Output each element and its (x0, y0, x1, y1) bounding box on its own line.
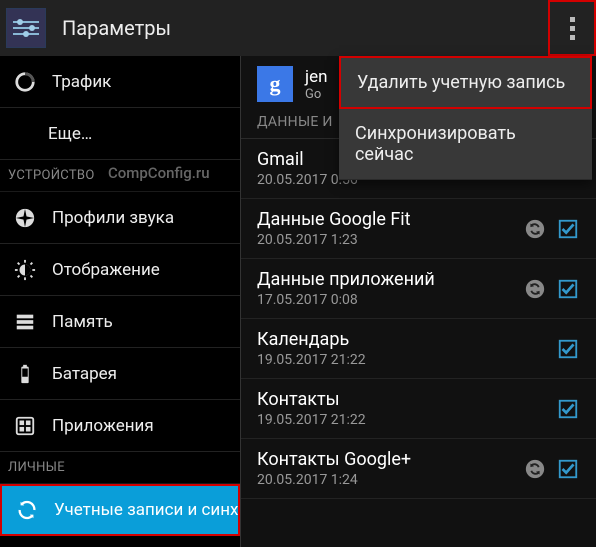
overflow-menu: Удалить учетную запись Синхронизировать … (339, 56, 592, 180)
sidebar-item-location[interactable]: Услуги определения местоположения (0, 536, 240, 547)
sidebar-label: Батарея (52, 364, 117, 384)
sidebar-item-apps[interactable]: Приложения (0, 400, 240, 452)
sidebar-item-traffic[interactable]: Трафик (0, 56, 240, 108)
sidebar-label: Отображение (52, 260, 160, 280)
sync-item-title: Календарь (257, 329, 546, 350)
sync-checkbox[interactable] (556, 397, 580, 421)
display-icon (14, 259, 36, 281)
battery-icon (14, 363, 36, 385)
sync-checkbox[interactable] (556, 457, 580, 481)
sync-item-time: 19.05.2017 21:22 (257, 352, 546, 368)
sync-item-title: Данные приложений (257, 269, 514, 290)
sync-item-title: Контакты Google+ (257, 449, 514, 470)
sidebar-item-accounts-sync[interactable]: Учетные записи и синхронизация (0, 484, 240, 536)
sync-checkbox[interactable] (556, 277, 580, 301)
syncing-icon (524, 458, 546, 480)
google-badge-icon: g (257, 66, 293, 102)
sidebar-label: Учетные записи и синхронизация (54, 500, 240, 520)
sync-item[interactable]: Данные приложений 17.05.2017 0:08 (241, 259, 596, 319)
sync-item[interactable]: Контакты Google+ 20.05.2017 1:24 (241, 439, 596, 499)
sync-icon (16, 499, 38, 521)
sync-checkbox[interactable] (556, 217, 580, 241)
sync-list: Gmail20.05.2017 0:56Данные Google Fit20.… (241, 139, 596, 499)
sidebar-label: Память (52, 312, 113, 332)
app-header: Параметры (0, 0, 596, 56)
storage-icon (14, 311, 36, 333)
sidebar-section-device: УСТРОЙСТВО (0, 160, 240, 192)
syncing-icon (524, 218, 546, 240)
sidebar-label: Профили звука (52, 208, 174, 228)
sync-checkbox[interactable] (556, 337, 580, 361)
menu-delete-account[interactable]: Удалить учетную запись (339, 56, 592, 109)
sidebar-section-personal: ЛИЧНЫЕ (0, 452, 240, 484)
sidebar-label: Трафик (52, 72, 111, 92)
menu-sync-now[interactable]: Синхронизировать сейчас (339, 109, 592, 180)
sidebar-label: Приложения (52, 416, 154, 436)
sidebar-item-sound[interactable]: Профили звука (0, 192, 240, 244)
data-usage-icon (14, 71, 36, 93)
sync-item-time: 20.05.2017 1:24 (257, 472, 514, 488)
sync-item-time: 17.05.2017 0:08 (257, 292, 514, 308)
sync-item[interactable]: Данные Google Fit 20.05.2017 1:23 (241, 199, 596, 259)
overflow-menu-button[interactable] (548, 0, 596, 56)
apps-icon (14, 415, 36, 437)
sync-item-title: Контакты (257, 389, 546, 410)
sidebar-item-storage[interactable]: Память (0, 296, 240, 348)
settings-icon (6, 8, 46, 48)
sync-item-title: Данные Google Fit (257, 209, 514, 230)
account-name: jen (305, 67, 327, 87)
account-type: Go (305, 87, 327, 102)
sidebar-item-display[interactable]: Отображение (0, 244, 240, 296)
app-title: Параметры (62, 16, 171, 40)
sidebar-item-more[interactable]: Еще… (0, 108, 240, 160)
sync-item[interactable]: Календарь 19.05.2017 21:22 (241, 319, 596, 379)
settings-sidebar: CompConfig.ru Трафик Еще… УСТРОЙСТВО Про… (0, 56, 241, 547)
sync-item-time: 20.05.2017 1:23 (257, 232, 514, 248)
sync-item[interactable]: Контакты 19.05.2017 21:22 (241, 379, 596, 439)
sync-item-time: 19.05.2017 21:22 (257, 412, 546, 428)
sidebar-label: Еще… (48, 124, 92, 144)
sound-icon (14, 207, 36, 229)
syncing-icon (524, 278, 546, 300)
sidebar-item-battery[interactable]: Батарея (0, 348, 240, 400)
